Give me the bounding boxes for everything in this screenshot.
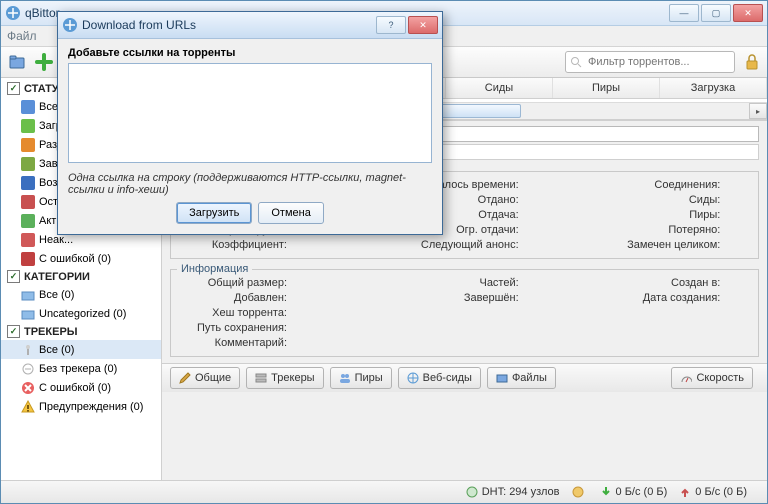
- detail-tabs: Общие Трекеры Пиры Веб-сиды Файлы Скорос…: [162, 363, 767, 392]
- main-minimize-button[interactable]: —: [669, 4, 699, 22]
- sidebar-item-label: Без трекера (0): [39, 363, 117, 375]
- sidebar-item-trk-0[interactable]: Все (0): [1, 340, 161, 359]
- gauge-icon: [680, 372, 692, 384]
- status-dot-icon: [21, 214, 35, 228]
- categories-checkbox[interactable]: ✓: [7, 270, 20, 283]
- sidebar-item-cat-1[interactable]: Uncategorized (0): [1, 304, 161, 323]
- sidebar-item-label: Неак...: [39, 234, 73, 246]
- status-network[interactable]: [572, 486, 588, 498]
- sidebar-item-cat-0[interactable]: Все (0): [1, 285, 161, 304]
- tracker-status-icon: [21, 400, 35, 414]
- info-fieldset: Информация Общий размер: Добавлен: Хеш т…: [170, 263, 759, 357]
- sidebar-item-label: Все (0): [39, 289, 74, 301]
- dialog-label: Добавьте ссылки на торренты: [68, 47, 432, 59]
- status-dht[interactable]: DHT: 294 узлов: [466, 486, 560, 498]
- globe-small-icon: [572, 486, 584, 498]
- tab-trackers[interactable]: Трекеры: [246, 367, 323, 389]
- trackers-checkbox[interactable]: ✓: [7, 325, 20, 338]
- download-button[interactable]: Загрузить: [176, 202, 252, 224]
- folder-icon: [21, 307, 35, 321]
- tracker-status-icon: [21, 381, 35, 395]
- sidebar-categories-header[interactable]: ✓КАТЕГОРИИ: [1, 268, 161, 285]
- tab-general[interactable]: Общие: [170, 367, 240, 389]
- status-dot-icon: [21, 157, 35, 171]
- pencil-icon: [179, 372, 191, 384]
- download-urls-dialog: Download from URLs ? ✕ Добавьте ссылки н…: [57, 11, 443, 235]
- sidebar-item-label: С ошибкой (0): [39, 253, 111, 265]
- main-window: qBittor — ▢ ✕ Файл ✓СТАТУС... Все (0)Заг…: [0, 0, 768, 504]
- app-icon: [5, 5, 21, 21]
- sidebar-item-label: Предупреждения (0): [39, 401, 143, 413]
- sidebar-item-label: Uncategorized (0): [39, 308, 126, 320]
- status-dot-icon: [21, 100, 35, 114]
- sidebar-item-trk-1[interactable]: Без трекера (0): [1, 359, 161, 378]
- dialog-title: Download from URLs: [82, 18, 376, 32]
- main-close-button[interactable]: ✕: [733, 4, 763, 22]
- sidebar-item-status-8[interactable]: С ошибкой (0): [1, 249, 161, 268]
- add-url-button[interactable]: [33, 51, 55, 73]
- col-seeds[interactable]: Сиды: [446, 78, 553, 98]
- sidebar-item-label: С ошибкой (0): [39, 382, 111, 394]
- upload-icon: [679, 486, 691, 498]
- tracker-status-icon: [21, 362, 35, 376]
- sidebar-item-label: Все (0): [39, 344, 74, 356]
- search-icon: [570, 56, 582, 68]
- status-dot-icon: [21, 195, 35, 209]
- sidebar-item-trk-3[interactable]: Предупреждения (0): [1, 397, 161, 416]
- cancel-button[interactable]: Отмена: [258, 202, 323, 224]
- col-download[interactable]: Загрузка: [660, 78, 767, 98]
- status-upload[interactable]: 0 Б/с (0 Б): [679, 486, 747, 498]
- status-dot-icon: [21, 138, 35, 152]
- main-maximize-button[interactable]: ▢: [701, 4, 731, 22]
- server-icon: [255, 372, 267, 384]
- status-dot-icon: [21, 233, 35, 247]
- menu-file[interactable]: Файл: [7, 29, 37, 43]
- dialog-hint: Одна ссылка на строку (поддерживаются HT…: [68, 172, 432, 196]
- tab-files[interactable]: Файлы: [487, 367, 556, 389]
- status-download[interactable]: 0 Б/с (0 Б): [600, 486, 668, 498]
- sidebar-trackers-header[interactable]: ✓ТРЕКЕРЫ: [1, 323, 161, 340]
- add-torrent-file-button[interactable]: [7, 51, 29, 73]
- urls-textarea[interactable]: [68, 63, 432, 163]
- tracker-status-icon: [21, 343, 35, 357]
- status-dot-icon: [21, 252, 35, 266]
- status-bar: DHT: 294 узлов 0 Б/с (0 Б) 0 Б/с (0 Б): [1, 480, 767, 503]
- dht-icon: [466, 486, 478, 498]
- status-dot-icon: [21, 119, 35, 133]
- dialog-help-button[interactable]: ?: [376, 16, 406, 34]
- folder-icon: [21, 288, 35, 302]
- dialog-titlebar[interactable]: Download from URLs ? ✕: [58, 12, 442, 39]
- tab-webseeds[interactable]: Веб-сиды: [398, 367, 481, 389]
- folder-plus-icon: [8, 52, 28, 72]
- folder-icon: [496, 372, 508, 384]
- sidebar-item-trk-2[interactable]: С ошибкой (0): [1, 378, 161, 397]
- users-icon: [339, 372, 351, 384]
- lock-icon[interactable]: [743, 53, 761, 71]
- tab-speed[interactable]: Скорость: [671, 367, 753, 389]
- col-peers[interactable]: Пиры: [553, 78, 660, 98]
- tab-peers[interactable]: Пиры: [330, 367, 392, 389]
- globe-icon: [407, 372, 419, 384]
- scroll-right[interactable]: ▸: [749, 103, 767, 119]
- dialog-close-button[interactable]: ✕: [408, 16, 438, 34]
- download-icon: [600, 486, 612, 498]
- filter-search[interactable]: [565, 51, 735, 73]
- app-icon: [62, 17, 78, 33]
- filter-input[interactable]: [586, 55, 720, 69]
- status-dot-icon: [21, 176, 35, 190]
- status-checkbox[interactable]: ✓: [7, 82, 20, 95]
- plus-icon: [34, 52, 54, 72]
